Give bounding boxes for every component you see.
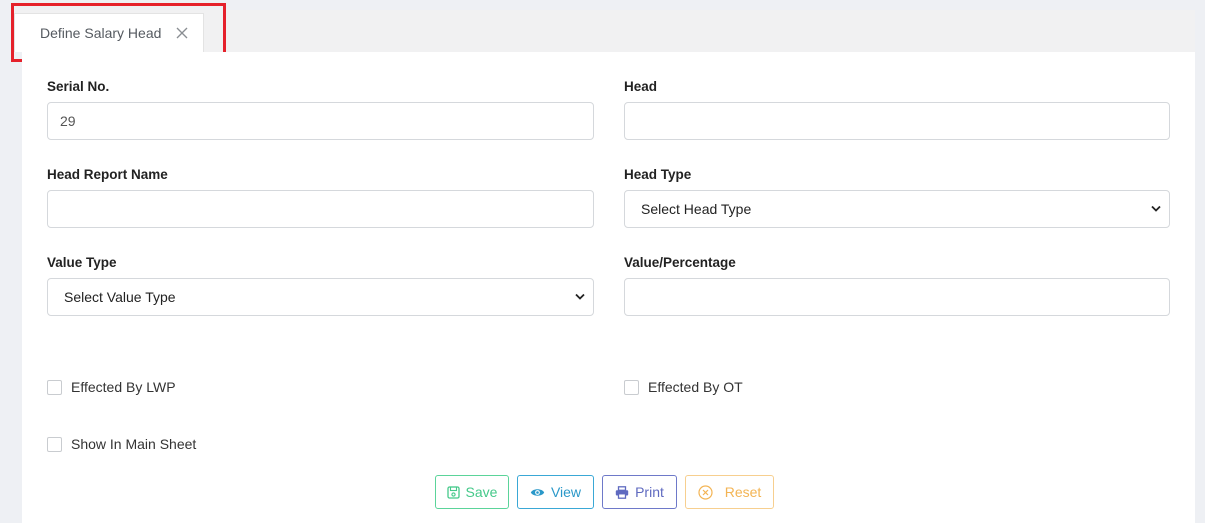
print-button-label: Print <box>635 484 664 500</box>
effected-by-lwp-row[interactable]: Effected By LWP <box>47 379 176 395</box>
tab-label: Define Salary Head <box>40 25 162 41</box>
serial-no-label: Serial No. <box>47 79 110 94</box>
head-type-select[interactable]: Select Head Type <box>624 190 1170 228</box>
value-percentage-label: Value/Percentage <box>624 255 736 270</box>
value-percentage-input[interactable] <box>624 278 1170 316</box>
show-in-main-sheet-checkbox[interactable] <box>47 436 62 452</box>
value-type-selected: Select Value Type <box>64 289 176 305</box>
head-report-name-label: Head Report Name <box>47 167 168 182</box>
show-in-main-sheet-row[interactable]: Show In Main Sheet <box>47 436 196 452</box>
tab-define-salary-head[interactable]: Define Salary Head <box>14 13 204 52</box>
view-button-label: View <box>550 484 582 500</box>
value-type-label: Value Type <box>47 255 117 270</box>
reset-button-label: Reset <box>724 484 762 500</box>
head-label: Head <box>624 79 658 94</box>
effected-by-lwp-label: Effected By LWP <box>71 379 176 395</box>
close-circle-icon <box>698 484 713 500</box>
head-type-label: Head Type <box>624 167 692 182</box>
printer-icon <box>615 485 629 499</box>
head-input[interactable] <box>624 102 1170 140</box>
chevron-down-icon <box>575 293 585 300</box>
effected-by-ot-label: Effected By OT <box>648 379 743 395</box>
head-report-name-input[interactable] <box>47 190 594 228</box>
save-button[interactable]: Save <box>435 475 509 509</box>
save-icon <box>446 485 460 499</box>
save-button-label: Save <box>465 484 498 500</box>
close-icon[interactable] <box>175 26 189 40</box>
effected-by-ot-checkbox[interactable] <box>624 379 639 395</box>
view-button[interactable]: View <box>517 475 594 509</box>
effected-by-ot-row[interactable]: Effected By OT <box>624 379 743 395</box>
serial-no-input[interactable] <box>47 102 594 140</box>
reset-button[interactable]: Reset <box>685 475 774 509</box>
chevron-down-icon <box>1151 205 1161 212</box>
effected-by-lwp-checkbox[interactable] <box>47 379 62 395</box>
head-type-selected: Select Head Type <box>641 201 752 217</box>
eye-icon <box>530 488 545 496</box>
show-in-main-sheet-label: Show In Main Sheet <box>71 436 197 452</box>
value-type-select[interactable]: Select Value Type <box>47 278 594 316</box>
print-button[interactable]: Print <box>602 475 677 509</box>
